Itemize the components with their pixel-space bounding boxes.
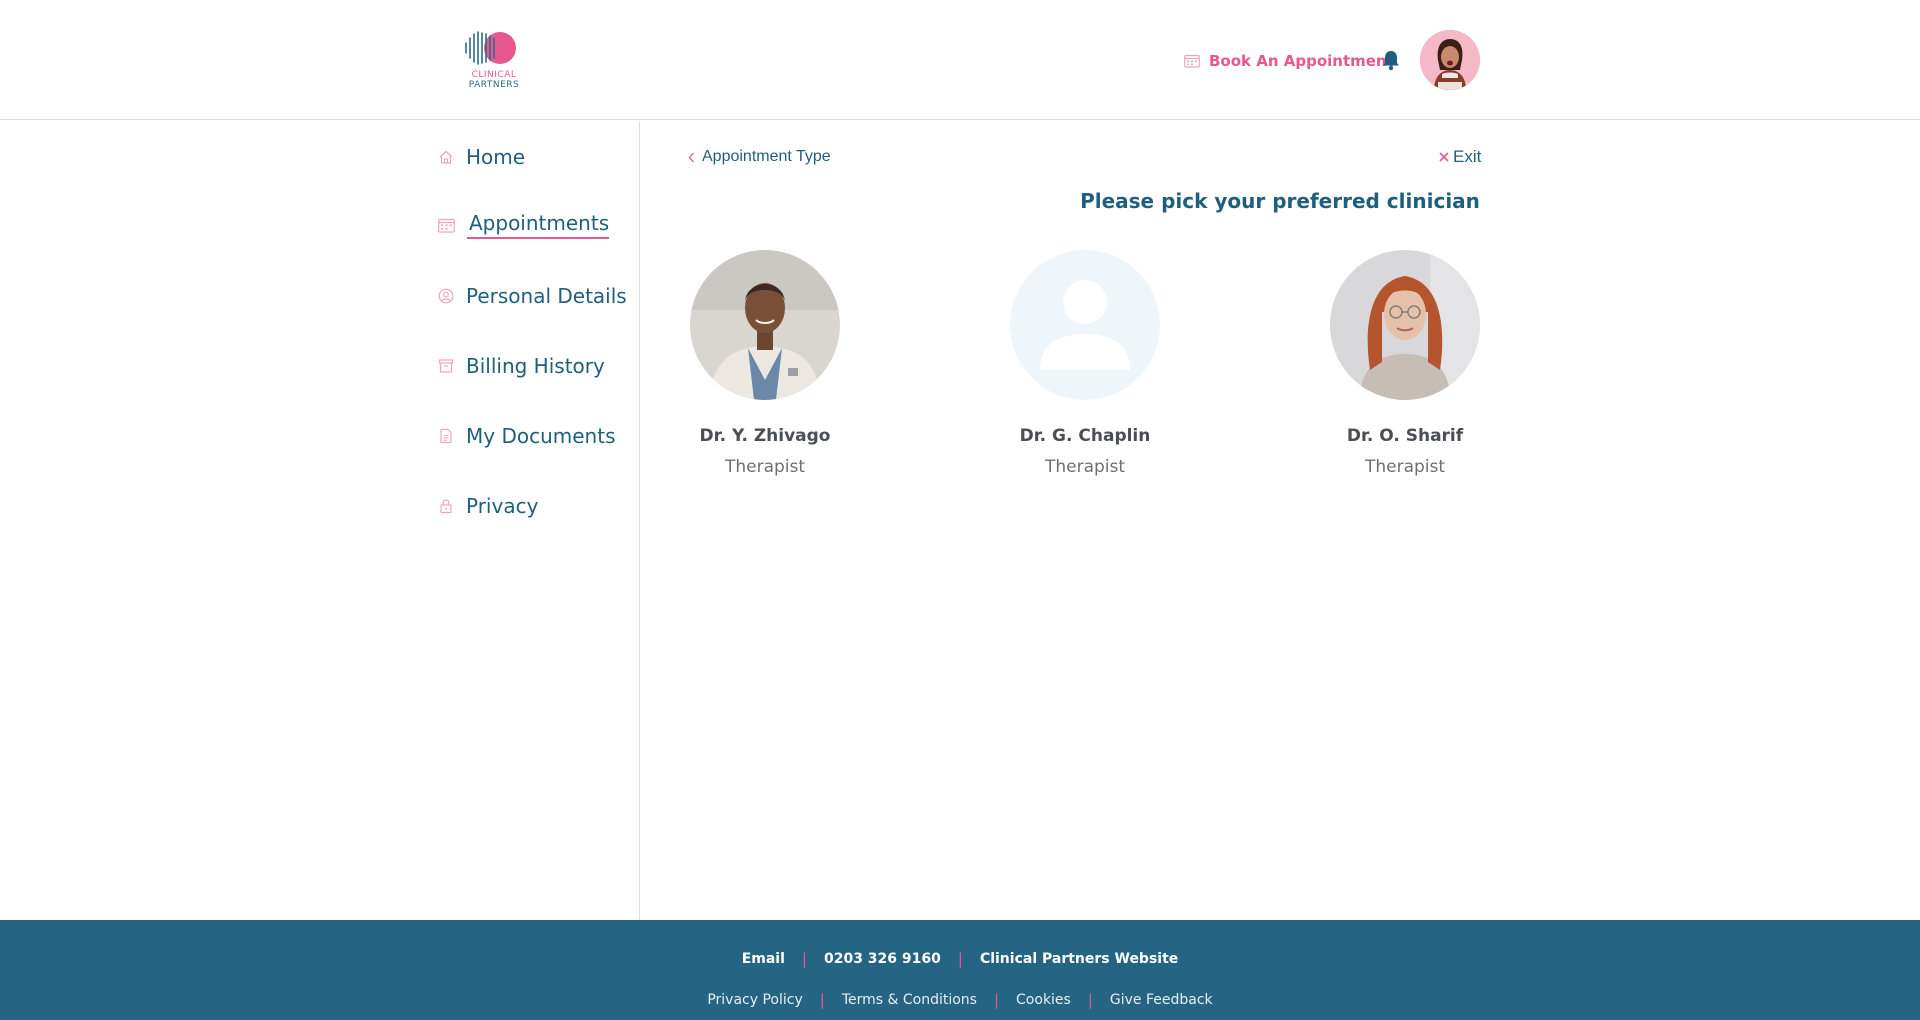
footer-separator: | xyxy=(819,991,825,1009)
sidebar-item-appointments[interactable]: Appointments xyxy=(438,210,610,240)
clinician-portrait xyxy=(690,250,840,400)
exit-label: Exit xyxy=(1453,147,1482,166)
calendar-icon xyxy=(438,218,455,233)
sidebar-item-label: Billing History xyxy=(466,354,605,378)
back-to-appointment-type-link[interactable]: Appointment Type xyxy=(688,148,831,166)
footer-separator: | xyxy=(957,950,963,968)
sidebar-item-label: Appointments xyxy=(467,211,610,239)
footer-email-link[interactable]: Email xyxy=(742,951,785,967)
sidebar-item-label: Personal Details xyxy=(466,284,627,308)
sidebar-item-my-documents[interactable]: My Documents xyxy=(438,421,615,451)
book-appointment-link[interactable]: Book An Appointment xyxy=(1184,49,1394,73)
sidebar-item-label: My Documents xyxy=(466,424,616,448)
user-circle-icon xyxy=(438,288,454,304)
clinician-name: Dr. G. Chaplin xyxy=(1019,426,1151,446)
clinician-photo-placeholder[interactable] xyxy=(1010,250,1160,400)
user-placeholder-icon xyxy=(1010,250,1160,400)
page-title: Please pick your preferred clinician xyxy=(1080,189,1480,213)
footer-feedback-link[interactable]: Give Feedback xyxy=(1110,992,1213,1008)
clinician-name: Dr. O. Sharif xyxy=(1346,426,1464,446)
notifications-bell-icon[interactable] xyxy=(1381,49,1401,71)
book-appointment-label: Book An Appointment xyxy=(1209,52,1394,70)
clinical-partners-logo[interactable]: CLINICAL PARTNERS xyxy=(464,28,524,92)
archive-icon xyxy=(438,359,454,373)
clinician-photo[interactable] xyxy=(1330,250,1480,400)
logo-line-2: PARTNERS xyxy=(468,80,520,90)
footer-privacy-policy-link[interactable]: Privacy Policy xyxy=(707,992,802,1008)
home-icon xyxy=(439,150,453,164)
sidebar-nav: Home Appointments Personal Details Billi… xyxy=(0,121,640,920)
footer-cookies-link[interactable]: Cookies xyxy=(1016,992,1071,1008)
calendar-icon xyxy=(1184,54,1200,68)
sidebar-item-personal-details[interactable]: Personal Details xyxy=(438,281,627,311)
clinician-card[interactable]: Dr. Y. Zhivago Therapist xyxy=(655,250,875,477)
clinician-card[interactable]: Dr. O. Sharif Therapist xyxy=(1295,250,1515,477)
clinician-role: Therapist xyxy=(1044,457,1126,477)
lock-icon xyxy=(440,499,452,514)
footer-contact-links: Email | 0203 326 9160 | Clinical Partner… xyxy=(0,950,1920,968)
footer-phone-link[interactable]: 0203 326 9160 xyxy=(824,951,941,967)
chevron-left-icon xyxy=(688,152,694,162)
clinician-portrait xyxy=(1330,250,1480,400)
sidebar-item-label: Privacy xyxy=(466,494,539,518)
clinician-role: Therapist xyxy=(724,457,806,477)
exit-button[interactable]: Exit xyxy=(1438,147,1481,167)
top-header: CLINICAL PARTNERS Book An Appointment xyxy=(0,0,1920,120)
document-icon xyxy=(440,428,452,444)
footer-separator: | xyxy=(993,991,1000,1009)
logo-mark-icon xyxy=(465,31,516,65)
logo-text: CLINICAL PARTNERS xyxy=(464,70,524,90)
clinician-photo[interactable] xyxy=(690,250,840,400)
sidebar-item-home[interactable]: Home xyxy=(438,142,525,172)
clinician-role: Therapist xyxy=(1364,457,1446,477)
footer-separator: | xyxy=(1087,991,1093,1009)
sidebar-item-billing-history[interactable]: Billing History xyxy=(438,351,605,381)
footer-separator: | xyxy=(801,950,807,968)
clinician-card[interactable]: Dr. G. Chaplin Therapist xyxy=(975,250,1195,477)
avatar-photo xyxy=(1420,30,1480,90)
footer-terms-link[interactable]: Terms & Conditions xyxy=(842,992,977,1008)
close-icon xyxy=(1439,152,1449,162)
footer-website-link[interactable]: Clinical Partners Website xyxy=(980,951,1178,967)
user-avatar[interactable] xyxy=(1420,30,1480,90)
sidebar-item-privacy[interactable]: Privacy xyxy=(438,491,538,521)
logo-line-1: CLINICAL xyxy=(471,70,517,80)
sidebar-item-label: Home xyxy=(466,145,526,169)
back-link-label: Appointment Type xyxy=(702,148,831,165)
clinician-name: Dr. Y. Zhivago xyxy=(699,426,831,446)
footer-legal-links: Privacy Policy | Terms & Conditions | Co… xyxy=(0,991,1920,1009)
footer: Email | 0203 326 9160 | Clinical Partner… xyxy=(0,920,1920,1020)
